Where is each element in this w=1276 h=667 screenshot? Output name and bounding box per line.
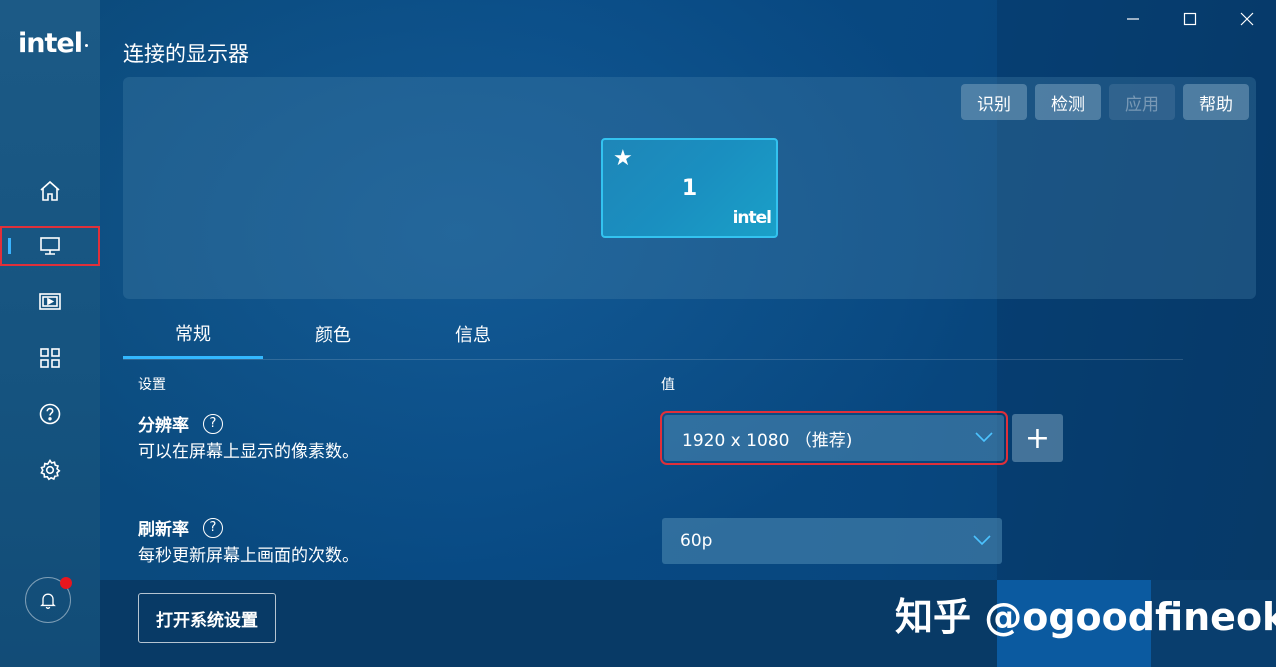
close-icon — [1240, 12, 1254, 26]
help-icon[interactable]: ? — [203, 517, 223, 538]
resolution-value: 1920 x 1080 （推荐) — [682, 430, 853, 451]
refresh-rate-label: 刷新率 ? — [138, 515, 223, 540]
resolution-dropdown[interactable]: 1920 x 1080 （推荐) — [660, 411, 1008, 465]
bell-icon — [40, 593, 56, 610]
minimize-icon — [1127, 18, 1139, 20]
column-header-value: 值 — [661, 377, 675, 393]
maximize-button[interactable] — [1179, 8, 1201, 30]
open-system-settings-button[interactable]: 打开系统设置 — [138, 593, 276, 643]
monitor-icon — [40, 237, 60, 255]
chevron-down-icon — [973, 535, 991, 546]
detect-button[interactable]: 检测 — [1035, 84, 1101, 120]
apply-button[interactable]: 应用 — [1109, 84, 1175, 120]
sidebar-item-apps[interactable] — [0, 338, 100, 378]
identify-button[interactable]: 识别 — [961, 84, 1027, 120]
chevron-down-icon — [975, 432, 993, 443]
watermark: 知乎 @ogoodfineok — [895, 595, 1276, 639]
refresh-rate-dropdown[interactable]: 60p — [662, 518, 1002, 564]
resolution-description: 可以在屏幕上显示的像素数。 — [138, 442, 359, 462]
maximize-icon — [1183, 12, 1197, 26]
tab-general[interactable]: 常规 — [123, 310, 263, 359]
refresh-rate-value: 60p — [680, 531, 713, 551]
monitor-brand-logo: intel — [732, 208, 772, 228]
gear-icon — [40, 459, 61, 481]
tab-bar: 常规 颜色 信息 — [123, 310, 1183, 360]
column-header-setting: 设置 — [138, 377, 166, 393]
home-icon — [40, 180, 60, 201]
tab-color[interactable]: 颜色 — [263, 310, 403, 357]
resolution-label: 分辨率 ? — [138, 411, 223, 436]
sidebar-item-display[interactable] — [0, 226, 100, 266]
sidebar-item-video[interactable] — [0, 282, 100, 322]
intel-logo: intel — [18, 28, 88, 59]
notification-button[interactable] — [25, 577, 72, 623]
sidebar: intel — [0, 0, 100, 667]
close-button[interactable] — [1236, 8, 1258, 30]
monitor-tile[interactable]: ★ 1 intel — [601, 138, 778, 238]
help-icon[interactable]: ? — [203, 413, 223, 434]
sidebar-item-help[interactable] — [0, 394, 100, 434]
add-custom-resolution-button[interactable]: + — [1012, 414, 1063, 462]
page-title: 连接的显示器 — [123, 42, 249, 66]
video-icon — [39, 293, 61, 310]
monitor-number: 1 — [681, 176, 698, 201]
refresh-rate-description: 每秒更新屏幕上画面的次数。 — [138, 546, 359, 566]
minimize-button[interactable] — [1122, 8, 1144, 30]
question-icon — [39, 403, 61, 425]
logo-text: intel — [18, 28, 83, 59]
grid-icon — [40, 348, 60, 368]
help-button[interactable]: 帮助 — [1183, 84, 1249, 120]
sidebar-item-home[interactable] — [0, 171, 100, 211]
active-indicator — [8, 238, 11, 254]
resolution-name: 分辨率 — [138, 416, 189, 436]
notification-badge — [60, 577, 72, 589]
primary-star-icon: ★ — [613, 146, 633, 171]
tab-info[interactable]: 信息 — [403, 310, 543, 357]
sidebar-item-settings[interactable] — [0, 450, 100, 490]
refresh-rate-name: 刷新率 — [138, 520, 189, 540]
